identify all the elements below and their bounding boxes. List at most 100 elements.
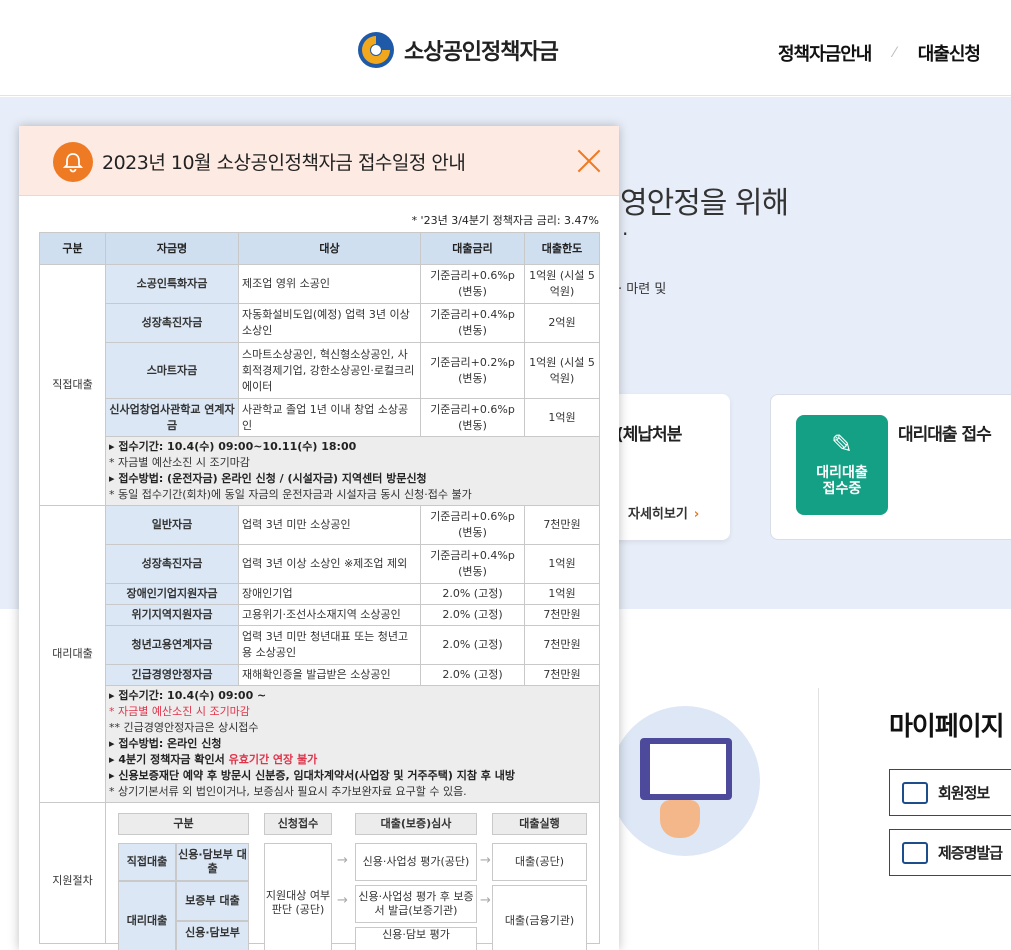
nav-loan-apply[interactable]: 대출신청: [918, 40, 981, 66]
category-procedure: 지원절차: [39, 802, 106, 944]
fund-name: 장애인기업지원자금: [105, 583, 239, 605]
col-header: 대출금리: [420, 232, 525, 265]
fund-rate: 기준금리+0.6%p (변동): [420, 398, 525, 437]
fund-target: 업력 3년 이상 소상인 ※제조업 제외: [238, 544, 421, 584]
procedure-cell: 구분 신청접수 대출(보증)심사 대출실행 직접대출 신용·담보부 대출 대리대…: [105, 802, 600, 950]
note-confirm: ▸ 4분기 정책자금 확인서 유효기간 연장 불가: [109, 753, 318, 766]
bell-icon: [53, 142, 93, 182]
proc-exec2: 대출(금융기관): [492, 885, 587, 950]
table-row: 직접대출 소공인특화자금 제조업 영위 소공인 기준금리+0.6%p (변동) …: [39, 264, 600, 506]
note-early-close: * 자금별 예산소진 시 조기마감: [109, 456, 250, 469]
table-row: 위기지역지원자금 고용위기·조선사소재지역 소상공인 2.0% (고정) 7천만…: [40, 604, 600, 626]
fund-target: 업력 3년 미만 소상공인: [238, 505, 421, 545]
col-header: 대상: [238, 232, 421, 265]
view-more-link[interactable]: 자세히보기 ›: [628, 503, 699, 522]
table-row: 대리대출 일반자금 업력 3년 미만 소상공인 기준금리+0.6%p (변동) …: [39, 505, 600, 803]
mypage-title: 마이페이지: [889, 712, 1005, 742]
category-direct: 직접대출: [39, 264, 106, 506]
table-row: 스마트자금 스마트소상공인, 혁신형소상공인, 사회적경제기업, 강한소상공인·…: [40, 342, 600, 399]
fund-target: 재해확인증을 발급받은 소상공인: [238, 664, 421, 686]
fund-name: 긴급경영안정자금: [105, 664, 239, 686]
fund-limit: 7천만원: [524, 664, 600, 686]
view-more-label: 자세히보기: [628, 507, 688, 522]
schedule-table: 구분 자금명 대상 대출금리 대출한도 직접대출 소공인특화자금 제조업 영위 …: [39, 232, 600, 950]
fund-name: 성장촉진자금: [105, 544, 239, 584]
category-agency: 대리대출: [39, 505, 106, 803]
fund-name: 위기지역지원자금: [105, 604, 239, 626]
fund-limit: 1억원 (시설 5억원): [524, 342, 600, 399]
proc-header: 신청접수: [264, 813, 332, 835]
agency-loan-badge[interactable]: ✎ 대리대출 접수중: [796, 415, 888, 515]
site-logo[interactable]: 소상공인정책자금: [354, 30, 559, 70]
table-row: 신사업창업사관학교 연계자금 사관학교 졸업 1년 이내 창업 소상공인 기준금…: [40, 398, 600, 437]
note-period: ▸ 접수기간: 10.4(수) 09:00~10.11(수) 18:00: [109, 440, 357, 453]
popup-title: 2023년 10월 소상공인정책자금 접수일정 안내: [102, 152, 466, 174]
col-header: 대출한도: [524, 232, 600, 265]
proc-agency-type1: 보증부 대출: [176, 881, 249, 921]
notes-row: ▸ 접수기간: 10.4(수) 09:00 ~ * 자금별 예산소진 시 조기마…: [40, 685, 600, 803]
proc-header: 대출(보증)심사: [355, 813, 477, 835]
col-header: 구분: [39, 232, 106, 265]
printer-icon: [902, 841, 928, 864]
notes-row: ▸ 접수기간: 10.4(수) 09:00~10.11(수) 18:00 * 자…: [40, 436, 600, 506]
note-period: ▸ 접수기간: 10.4(수) 09:00 ~: [109, 689, 267, 702]
fund-rate: 2.0% (고정): [420, 664, 525, 686]
fund-limit: 1억원 (시설 5억원): [524, 264, 600, 304]
table-row: 긴급경영안정자금 재해확인증을 발급받은 소상공인 2.0% (고정) 7천만원: [40, 664, 600, 686]
certificate-button[interactable]: 제증명발급: [889, 829, 1011, 876]
proc-header: 대출실행: [492, 813, 587, 835]
table-row: 성장촉진자금 업력 3년 이상 소상인 ※제조업 제외 기준금리+0.4%p (…: [40, 544, 600, 584]
table-header-row: 구분 자금명 대상 대출금리 대출한도: [39, 232, 600, 265]
chevron-right-icon: ›: [693, 507, 700, 522]
proc-review3: 신용·담보 평가: [355, 927, 477, 950]
hero-title: 영안정을 위해: [620, 186, 789, 221]
proc-direct-label: 직접대출: [118, 843, 176, 881]
site-header: 소상공인정책자금 정책자금안내 ⁄ 대출신청: [0, 0, 1011, 96]
fund-rate: 2.0% (고정): [420, 604, 525, 626]
fund-target: 자동화설비도입(예정) 업력 3년 이상 소상인: [238, 303, 421, 343]
book-page-illustration: [650, 744, 726, 794]
fund-limit: 7천만원: [524, 505, 600, 545]
proc-apply: 지원대상 여부 판단 (공단): [264, 843, 332, 950]
note-duplicate: * 동일 접수기간(회차)에 동일 자금의 운전자금과 시설자금 동시 신청·접…: [109, 488, 472, 501]
fund-target: 장애인기업: [238, 583, 421, 605]
note-method: ▸ 접수방법: 온라인 신청: [109, 737, 222, 750]
certificate-label: 제증명발급: [938, 844, 1003, 862]
nav-policy-fund[interactable]: 정책자금안내: [778, 40, 872, 66]
note-early-close: * 자금별 예산소진 시 조기마감: [109, 705, 250, 718]
service-card-tax-title: (체납처분: [616, 425, 682, 445]
note-emergency: ** 긴급경영안정자금은 상시접수: [109, 721, 259, 734]
member-info-label: 회원정보: [938, 784, 990, 802]
fund-target: 고용위기·조선사소재지역 소상공인: [238, 604, 421, 626]
fund-rate: 기준금리+0.6%p (변동): [420, 505, 525, 545]
id-card-icon: [902, 781, 928, 804]
fund-limit: 1억원: [524, 583, 600, 605]
note-method: ▸ 접수방법: (운전자금) 온라인 신청 / (시설자금) 지역센터 방문신청: [109, 472, 427, 485]
fund-name: 일반자금: [105, 505, 239, 545]
arrow-right-icon: →: [337, 853, 348, 868]
fund-name: 스마트자금: [105, 342, 239, 399]
col-header: 자금명: [105, 232, 239, 265]
procedure-diagram: 구분 신청접수 대출(보증)심사 대출실행 직접대출 신용·담보부 대출 대리대…: [106, 803, 599, 950]
note-guarantee: ▸ 신용보증재단 예약 후 방문시 신분증, 임대차계약서(사업장 및 거주주택…: [109, 769, 515, 782]
hero-dot: ·: [622, 222, 629, 246]
proc-header: 구분: [118, 813, 249, 835]
arrow-right-icon: →: [337, 893, 348, 908]
fund-rate: 기준금리+0.4%p (변동): [420, 544, 525, 584]
proc-agency-label: 대리대출: [118, 881, 176, 950]
arrow-right-icon: →: [480, 893, 491, 908]
section-divider: [818, 688, 819, 950]
nav-separator: ⁄: [893, 45, 896, 61]
proc-review2: 신용·사업성 평가 후 보증서 발급(보증기관): [355, 885, 477, 923]
close-icon[interactable]: [576, 148, 602, 174]
member-info-button[interactable]: 회원정보: [889, 769, 1011, 816]
fund-rate: 2.0% (고정): [420, 625, 525, 665]
fund-limit: 7천만원: [524, 625, 600, 665]
direct-notes: ▸ 접수기간: 10.4(수) 09:00~10.11(수) 18:00 * 자…: [105, 436, 600, 506]
fund-name: 신사업창업사관학교 연계자금: [105, 398, 239, 437]
fund-target: 사관학교 졸업 1년 이내 창업 소상공인: [238, 398, 421, 437]
global-nav: 정책자금안내 ⁄ 대출신청: [778, 40, 981, 66]
agency-badge-label: 대리대출 접수중: [816, 465, 868, 497]
fund-rate: 기준금리+0.6%p (변동): [420, 264, 525, 304]
hand-illustration: [660, 800, 700, 838]
